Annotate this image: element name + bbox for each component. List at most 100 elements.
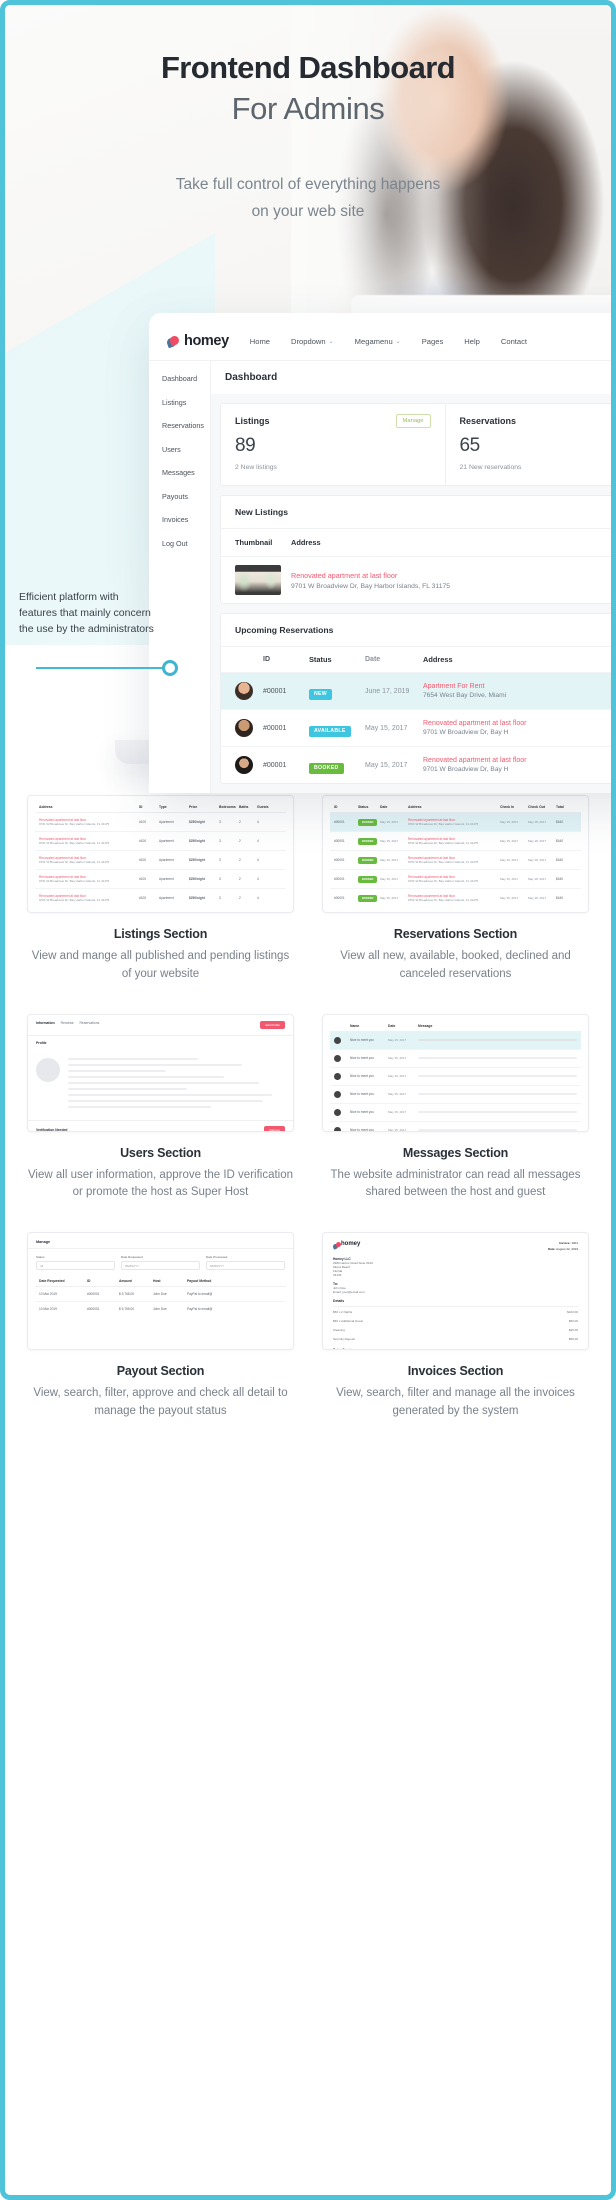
listing-title[interactable]: Renovated apartment at last floor	[291, 571, 450, 580]
dashboard-page-title: Dashboard	[211, 361, 611, 394]
manage-button[interactable]: Manage	[395, 414, 431, 428]
filter-label: Status	[36, 1255, 45, 1260]
listing-guests: 4	[257, 858, 259, 862]
users-section-title: Profile	[36, 1040, 47, 1045]
nav-item-contact[interactable]: Contact	[501, 337, 527, 346]
tab-reservations[interactable]: Reservations	[79, 1021, 99, 1029]
mini-table-row[interactable]: Renovated apartment at last floor 9701 W …	[35, 851, 286, 870]
mini-table-row[interactable]: Nice to meet you May 15, 2017	[330, 1122, 581, 1131]
sidebar-item-logout[interactable]: Log Out	[162, 539, 210, 548]
mini-table-row[interactable]: Nice to meet you May 15, 2017	[330, 1050, 581, 1068]
listing-guests: 4	[257, 877, 259, 881]
mini-table-row[interactable]: Renovated apartment at last floor 9701 W …	[35, 889, 286, 907]
mini-table-row[interactable]: Nice to meet you May 15, 2017	[330, 1068, 581, 1086]
reservation-checkout: May 18, 2017	[528, 820, 547, 824]
mini-table-row[interactable]: Renovated apartment at last floor 9701 W …	[35, 832, 286, 851]
reservation-date: May 15, 2017	[380, 877, 399, 881]
mini-table-row[interactable]: 10 Mar 2019 #000001 $ 9,765.00 John Doe …	[35, 1302, 286, 1316]
reservation-title[interactable]: Renovated apartment at last floor	[423, 720, 527, 727]
listing-price: $250/night	[189, 820, 205, 824]
listing-type: Apartment	[159, 858, 174, 862]
approve-button[interactable]: Approve	[263, 1125, 285, 1131]
sidebar-item-dashboard[interactable]: Dashboard	[162, 374, 210, 383]
mini-table-row[interactable]: #00001 BOOKED May 15, 2017 Renovated apa…	[330, 832, 581, 851]
avatar	[334, 1054, 341, 1062]
sidebar-item-payouts[interactable]: Payouts	[162, 492, 210, 501]
reservation-address: 9701 W Broadview Dr, Bay Harbor Islands,…	[408, 822, 479, 826]
mini-table-row[interactable]: Nice to meet you May 15, 2017	[330, 1031, 581, 1050]
mini-table-row[interactable]: Renovated apartment at last floor 9701 W …	[35, 813, 286, 832]
status-badge: NEW	[309, 688, 333, 700]
screenshot-invoice[interactable]: homey Invoice: 1001 Date: August 22, 201…	[322, 1232, 589, 1351]
message-date: May 15, 2017	[388, 1038, 407, 1043]
edit-profile-button[interactable]: Edit Profile	[260, 1020, 285, 1029]
mini-table-row[interactable]: Nice to meet you May 15, 2017	[330, 1086, 581, 1104]
mini-table-row[interactable]: #00001 BOOKED May 15, 2017 Renovated apa…	[330, 870, 581, 889]
column-date: Date	[365, 656, 381, 663]
listing-price: $250/night	[189, 896, 205, 900]
sidebar-item-invoices[interactable]: Invoices	[162, 515, 210, 524]
listing-address: 9701 W Broadview Dr, Bay Harbor Islands,…	[39, 879, 110, 883]
reservation-checkout: May 18, 2017	[528, 896, 547, 900]
reservation-checkin: May 15, 2017	[500, 877, 519, 881]
users-tabs: Information Reviews Reservations Edit Pr…	[28, 1015, 293, 1036]
date-processed-input[interactable]: MM/DD/YY	[206, 1261, 285, 1271]
mini-table-row[interactable]: 10 Mar 2019 #000001 $ 9,765.00 John Doe …	[35, 1287, 286, 1303]
feature-desc: View, search, filter, approve and check …	[33, 1387, 288, 1418]
nav-item-help[interactable]: Help	[464, 337, 480, 346]
message-date: May 15, 2017	[388, 1074, 407, 1079]
status-select[interactable]: All	[36, 1261, 115, 1271]
mini-table: ID Status Date Address Check In Check Ou…	[323, 796, 588, 912]
sidebar-item-listings[interactable]: Listings	[162, 398, 210, 407]
screenshot-messages[interactable]: Name Date Message Nice to meet you May 1…	[322, 1013, 589, 1132]
payout-id: #000001	[87, 1292, 100, 1297]
filter-status: Status All	[36, 1255, 115, 1271]
status-badge: BOOKED	[358, 819, 378, 826]
sidebar-item-messages[interactable]: Messages	[162, 468, 210, 477]
nav-item-megamenu[interactable]: Megamenu ⌄	[355, 337, 401, 346]
avatar	[334, 1126, 341, 1131]
date-requested-input[interactable]: MM/DD/YY	[121, 1261, 200, 1271]
message-date: May 15, 2017	[388, 1056, 407, 1061]
line-amount: $100.00	[567, 1309, 578, 1314]
reservation-checkout: May 18, 2017	[528, 839, 547, 843]
reservation-title[interactable]: Renovated apartment at last floor	[423, 757, 527, 764]
table-row[interactable]: Renovated apartment at last floor 9701 W…	[221, 557, 611, 603]
reservation-address: 9701 W Broadview Dr, Bay Harbor Islands,…	[408, 879, 479, 883]
payout-amount: $ 9,765.00	[119, 1307, 135, 1312]
nav-item-pages[interactable]: Pages	[422, 337, 444, 346]
nav-item-home[interactable]: Home	[250, 337, 270, 346]
table-row[interactable]: #00001 BOOKED May 15, 2017 Renovated apa…	[221, 747, 611, 783]
sidebar-item-users[interactable]: Users	[162, 445, 210, 454]
table-row[interactable]: #00001 AVAILABLE May 15, 2017 Renovated …	[221, 710, 611, 747]
sidebar-item-reservations[interactable]: Reservations	[162, 421, 210, 430]
reservation-address-cell: Renovated apartment at last floor 9701 W…	[423, 757, 527, 773]
listing-type: Apartment	[159, 820, 174, 824]
screenshot-payout[interactable]: Manage Status All Date Requested MM/DD/Y…	[27, 1232, 294, 1351]
reservation-title[interactable]: Apartment For Rent	[423, 683, 506, 690]
table-row[interactable]: #00001 NEW June 17, 2019 Apartment For R…	[221, 673, 611, 710]
tab-information[interactable]: Information	[36, 1021, 55, 1029]
column-baths: Baths	[239, 805, 249, 809]
mini-table-row[interactable]: #00001 BOOKED May 15, 2017 Renovated apa…	[330, 889, 581, 907]
reservation-address: 9701 W Broadview Dr, Bay H	[423, 766, 509, 773]
panel-title: New Listings	[221, 496, 611, 529]
stat-card-reservations: Reservations 65 21 New reservations	[444, 404, 612, 485]
mini-table-row[interactable]: #00001 BOOKED May 15, 2017 Renovated apa…	[330, 813, 581, 832]
brand-logo[interactable]: homey	[165, 333, 229, 349]
column-date-requested: Date Requested	[39, 1279, 65, 1284]
listing-type: Apartment	[159, 839, 174, 843]
mini-table-row[interactable]: #00001 BOOKED May 15, 2017 Renovated apa…	[330, 851, 581, 870]
reservation-id: #00001	[334, 820, 345, 824]
screenshot-reservations[interactable]: ID Status Date Address Check In Check Ou…	[322, 795, 589, 913]
column-amount: Amount	[119, 1279, 132, 1284]
mini-table-row[interactable]: Nice to meet you May 15, 2017	[330, 1104, 581, 1122]
mini-table-row[interactable]: Renovated apartment at last floor 9701 W …	[35, 870, 286, 889]
screenshot-users[interactable]: Information Reviews Reservations Edit Pr…	[27, 1013, 294, 1132]
invoice-date: August 22, 2019	[556, 1247, 578, 1252]
screenshot-listings[interactable]: Address ID Type Price Bedrooms Baths Gue…	[27, 795, 294, 913]
nav-item-dropdown[interactable]: Dropdown ⌄	[291, 337, 334, 346]
reservation-checkin: May 15, 2017	[500, 858, 519, 862]
tab-reviews[interactable]: Reviews	[61, 1021, 74, 1029]
column-address: Address	[408, 805, 422, 809]
